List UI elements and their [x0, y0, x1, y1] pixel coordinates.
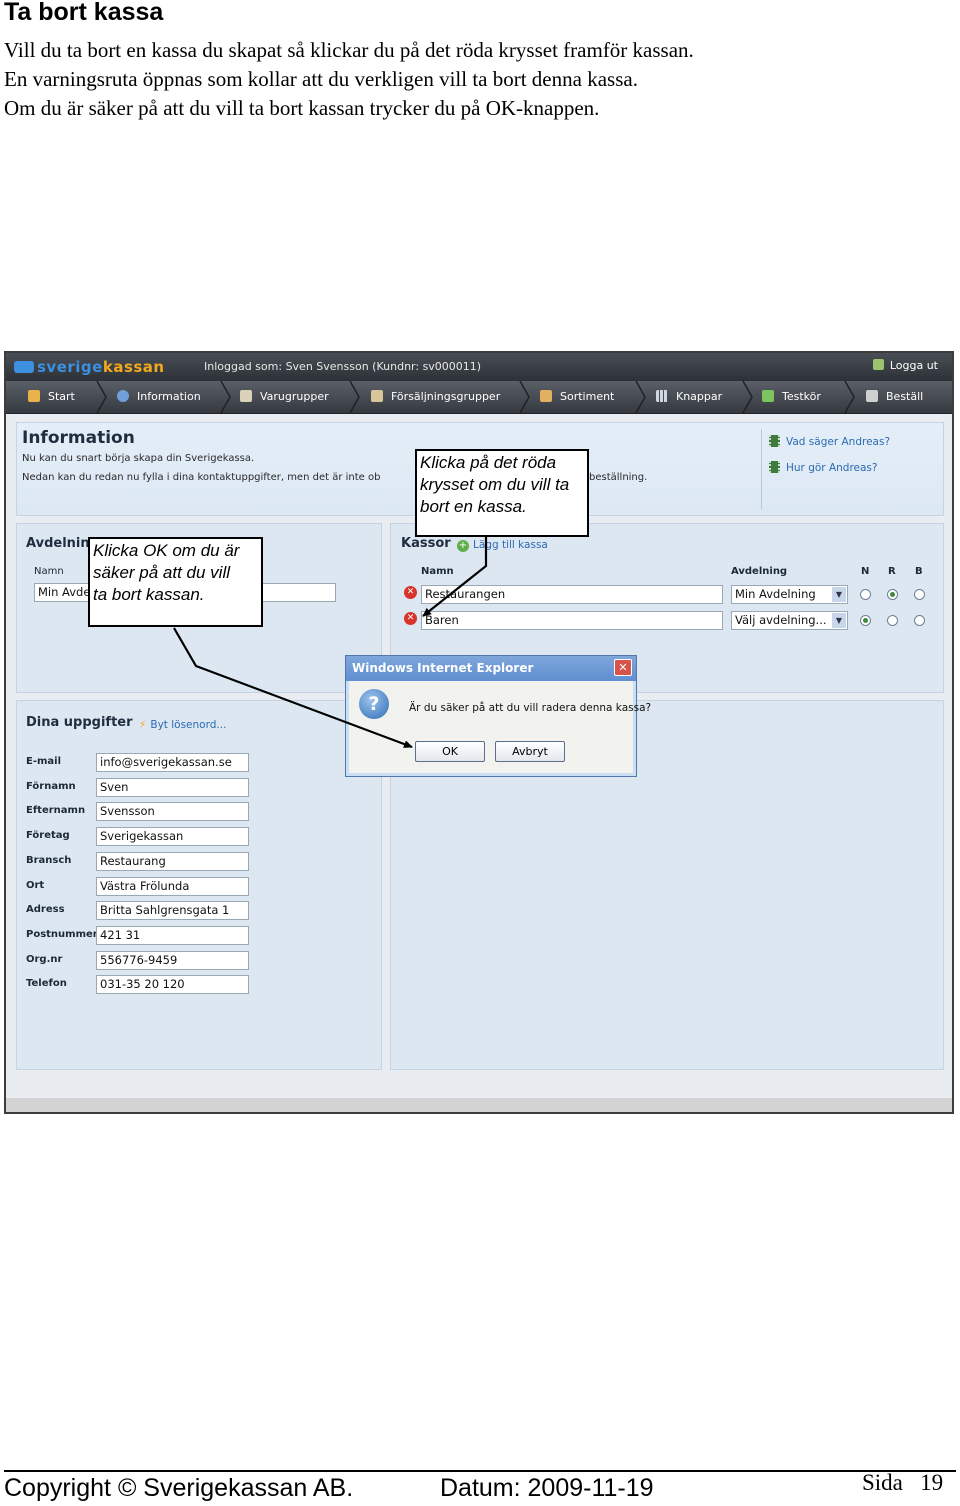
footer-rule — [4, 1470, 956, 1472]
callout-line: Klicka OK om du är — [93, 541, 240, 560]
callout-line: krysset om du vill ta — [420, 475, 570, 494]
footer-page: Sida 19 — [862, 1470, 944, 1495]
callout-line: bort en kassa. — [420, 497, 527, 516]
arrow-to-red-cross — [422, 537, 488, 617]
footer-copyright: Copyright © Sverigekassan AB. — [4, 1474, 354, 1502]
footer-date: Datum: 2009-11-19 — [440, 1474, 654, 1502]
callout-line: säker på att du vill — [93, 563, 231, 582]
callout-ok: Klicka OK om du är säker på att du vill … — [88, 537, 263, 627]
callout-line: ta bort kassan. — [93, 585, 205, 604]
annotation-arrows — [173, 537, 488, 749]
callout-red-cross: Klicka på det röda krysset om du vill ta… — [415, 449, 589, 537]
callout-line: Klicka på det röda — [420, 453, 557, 472]
arrow-to-ok-button — [173, 627, 413, 749]
